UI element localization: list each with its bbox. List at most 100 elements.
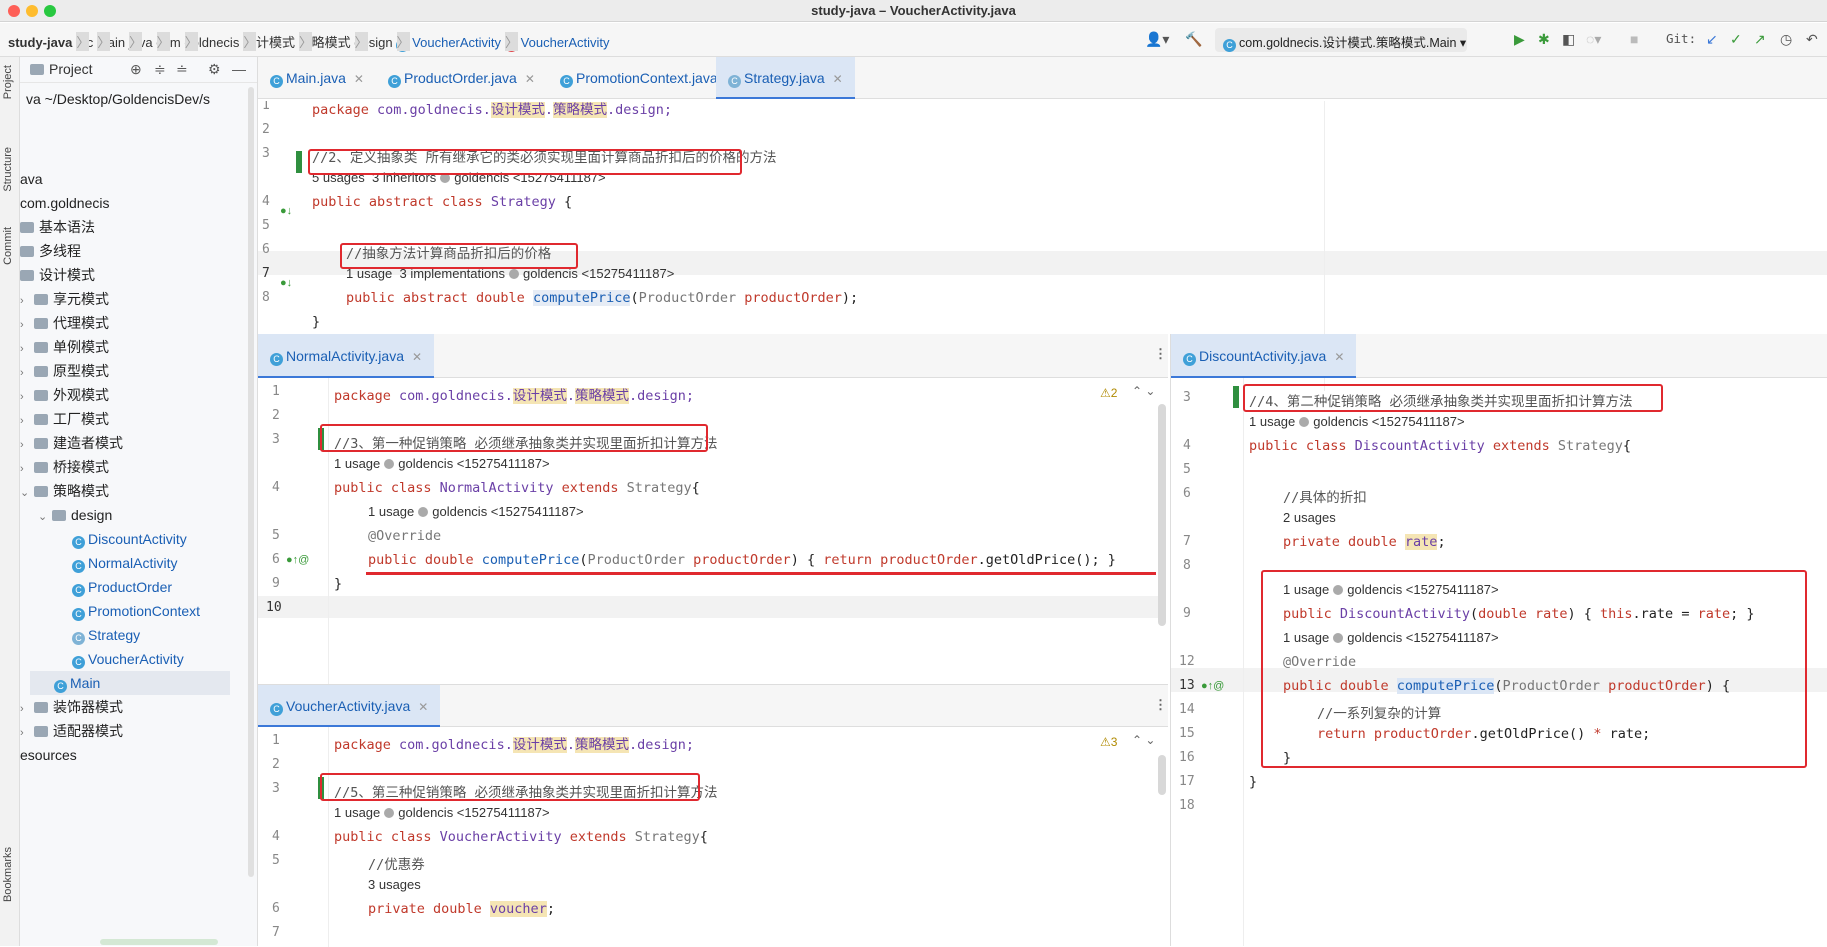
inlay-hint[interactable]: 1 usage goldencis <15275411187>	[1249, 414, 1465, 429]
folder-icon	[20, 270, 34, 281]
chevron-right-icon[interactable]: ›	[20, 457, 34, 481]
more-options-icon[interactable]: ⋮	[1154, 697, 1167, 713]
history-icon[interactable]: ◷	[1780, 31, 1792, 48]
warning-counter[interactable]: ⚠2	[1100, 386, 1117, 400]
project-root[interactable]: va ~/Desktop/GoldencisDev/s	[26, 87, 210, 111]
close-icon[interactable]: ✕	[354, 72, 364, 86]
tree-item-folder[interactable]: 设计模式	[20, 263, 95, 287]
bookmarks-tool-button[interactable]: Bookmarks	[2, 847, 14, 902]
git-push-icon[interactable]: ↗	[1754, 31, 1766, 48]
inlay-hint[interactable]: 2 usages	[1283, 510, 1336, 525]
tree-item-folder[interactable]: › 装饰器模式	[20, 695, 123, 719]
implemented-gutter-icon[interactable]: ●↓	[280, 205, 292, 217]
tree-item-class[interactable]: C VoucherActivity	[72, 647, 184, 671]
tree-item[interactable]: ava	[20, 167, 43, 191]
tab-main[interactable]: C Main.java ✕	[258, 57, 376, 99]
project-scrollbar[interactable]	[248, 87, 254, 877]
project-h-scrollbar[interactable]	[100, 939, 218, 945]
tree-item-folder[interactable]: › 外观模式	[20, 383, 109, 407]
breadcrumb-item[interactable]: VoucherActivity	[521, 35, 610, 50]
stop-icon[interactable]: ■	[1630, 31, 1638, 47]
nav-arrows-icon[interactable]: ⌃ ⌄	[1132, 384, 1155, 398]
coverage-icon[interactable]: ◧	[1562, 31, 1575, 48]
chevron-right-icon[interactable]: ›	[20, 337, 34, 361]
tree-item-folder[interactable]: › 代理模式	[20, 311, 109, 335]
minimize-icon[interactable]: —	[232, 61, 246, 77]
user-icon[interactable]: 👤▾	[1145, 31, 1169, 48]
chevron-right-icon[interactable]: ›	[20, 361, 34, 385]
tab-discount-activity[interactable]: C DiscountActivity.java ✕	[1171, 334, 1357, 378]
profile-icon[interactable]: ◌▾	[1586, 31, 1601, 48]
tree-item[interactable]: esources	[20, 743, 77, 767]
tree-item-folder[interactable]: › 建造者模式	[20, 431, 123, 455]
tree-item-folder[interactable]: › 享元模式	[20, 287, 109, 311]
project-panel-title[interactable]: Project	[49, 61, 93, 77]
tree-item-class[interactable]: C DiscountActivity	[72, 527, 187, 551]
build-hammer-icon[interactable]: 🔨	[1185, 31, 1202, 48]
editor-scrollbar[interactable]	[1158, 755, 1166, 795]
chevron-right-icon[interactable]: ›	[20, 289, 34, 313]
git-commit-icon[interactable]: ✓	[1730, 31, 1742, 48]
inlay-hint[interactable]: 1 usage goldencis <15275411187>	[334, 805, 550, 820]
git-update-icon[interactable]: ↙	[1706, 31, 1718, 48]
inlay-hint[interactable]: 3 usages	[368, 877, 421, 892]
implements-gutter-icon[interactable]: ●↑@	[1201, 680, 1224, 692]
close-icon[interactable]: ✕	[412, 350, 422, 364]
locate-icon[interactable]: ⊕	[130, 61, 142, 78]
tree-item-class[interactable]: C PromotionContext	[72, 599, 200, 623]
tree-item-package[interactable]: com.goldnecis	[20, 191, 110, 215]
tree-item-folder[interactable]: 多线程	[20, 239, 81, 263]
chevron-down-icon[interactable]: ⌄	[20, 481, 34, 505]
tree-item-folder[interactable]: › 桥接模式	[20, 455, 109, 479]
breadcrumb-item[interactable]: VoucherActivity	[412, 35, 501, 50]
tree-item-class-selected[interactable]: C Main	[30, 671, 230, 695]
chevron-right-icon[interactable]: ›	[20, 385, 34, 409]
chevron-right-icon[interactable]: ›	[20, 721, 34, 745]
chevron-right-icon[interactable]: ›	[20, 433, 34, 457]
collapse-all-icon[interactable]: ≐	[176, 61, 188, 78]
implements-gutter-icon[interactable]: ●↑@	[286, 554, 309, 566]
run-icon[interactable]: ▶	[1514, 31, 1525, 48]
chevron-right-icon[interactable]: ›	[20, 409, 34, 433]
tree-item-folder[interactable]: 基本语法	[20, 215, 95, 239]
tree-item-class[interactable]: C Strategy	[72, 623, 140, 647]
tree-item-folder[interactable]: › 单例模式	[20, 335, 109, 359]
project-tool-button[interactable]: Project	[2, 65, 14, 99]
rollback-icon[interactable]: ↶	[1806, 31, 1818, 48]
editor-scrollbar[interactable]	[1158, 404, 1166, 626]
tree-item-folder[interactable]: ⌄ 策略模式	[20, 479, 109, 503]
tree-item-folder[interactable]: › 工厂模式	[20, 407, 109, 431]
close-icon[interactable]: ✕	[418, 700, 428, 714]
commit-tool-button[interactable]: Commit	[2, 227, 14, 265]
tree-item-class[interactable]: C NormalActivity	[72, 551, 177, 575]
tab-product-order[interactable]: C ProductOrder.java ✕	[376, 57, 547, 99]
tab-normal-activity[interactable]: C NormalActivity.java ✕	[258, 334, 435, 378]
tab-voucher-activity[interactable]: C VoucherActivity.java ✕	[258, 685, 441, 727]
tree-item-folder[interactable]: › 适配器模式	[20, 719, 123, 743]
inlay-hint[interactable]: 1 usage goldencis <15275411187>	[334, 456, 550, 471]
debug-icon[interactable]: ✱	[1538, 31, 1550, 48]
discount-activity-editor[interactable]: C DiscountActivity.java ✕ 3 4 5 6 7 8 9 12…	[1170, 334, 1827, 946]
breadcrumb-item[interactable]: study-java	[8, 35, 72, 50]
warning-counter[interactable]: ⚠3	[1100, 735, 1117, 749]
tree-item-folder[interactable]: ⌄ design	[38, 503, 112, 527]
implemented-gutter-icon[interactable]: ●↓	[280, 277, 292, 289]
chevron-right-icon[interactable]: ›	[20, 697, 34, 721]
tree-item-folder[interactable]: › 原型模式	[20, 359, 109, 383]
chevron-right-icon[interactable]: ›	[20, 313, 34, 337]
more-options-icon[interactable]: ⋮	[1154, 346, 1167, 362]
tree-item-class[interactable]: C ProductOrder	[72, 575, 172, 599]
expand-all-icon[interactable]: ≑	[154, 61, 166, 78]
inlay-hint[interactable]: 1 usage goldencis <15275411187>	[368, 504, 584, 519]
structure-tool-button[interactable]: Structure	[2, 147, 14, 192]
run-configuration-select[interactable]: Ccom.goldnecis.设计模式.策略模式.Main ▾	[1215, 28, 1467, 52]
tab-strategy[interactable]: C Strategy.java ✕	[716, 57, 855, 99]
close-icon[interactable]: ✕	[1334, 350, 1344, 364]
chevron-down-icon[interactable]: ⌄	[38, 505, 52, 529]
voucher-activity-editor[interactable]: C VoucherActivity.java ✕ ⋮ 1 2 3 4 5 6 7 p…	[258, 684, 1168, 947]
close-icon[interactable]: ✕	[525, 72, 535, 86]
close-icon[interactable]: ✕	[833, 72, 843, 86]
nav-arrows-icon[interactable]: ⌃ ⌄	[1132, 733, 1155, 747]
gear-icon[interactable]: ⚙	[208, 61, 221, 78]
normal-activity-editor[interactable]: C NormalActivity.java ✕ ⋮ 1 2 3 4 5 6 9 10…	[258, 334, 1168, 684]
